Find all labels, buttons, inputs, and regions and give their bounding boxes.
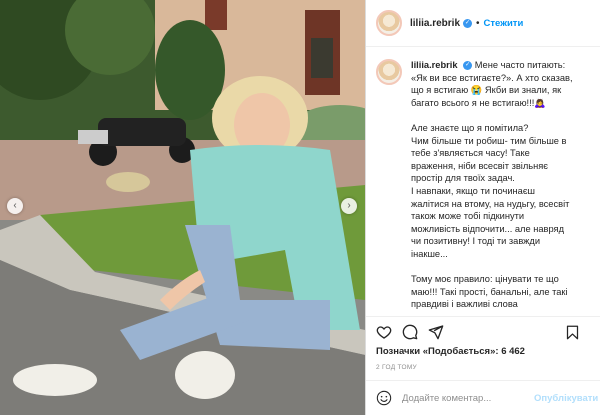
caption-line: маю!!! Такі прості, банальні, але такі [411, 286, 568, 297]
bookmark-icon[interactable] [565, 325, 580, 340]
post-photo[interactable]: ‹ › [0, 0, 365, 415]
publish-button[interactable]: Опублікувати [534, 393, 598, 404]
follow-button[interactable]: Стежити [484, 18, 524, 29]
caption-line: І навпаки, якщо ти починаєш [411, 185, 536, 196]
comments-section[interactable]: liliia.rebrik ✓ Мене часто питають: «Як … [366, 47, 600, 315]
photo-scene [0, 0, 365, 415]
caption-line: тебе з'являється часу! Таке [411, 148, 530, 159]
caption-line: жалітися на втому, на нудьгу, всесвіт [411, 198, 570, 209]
caption-line: чи позитивну! І тоді ти завжди [411, 236, 541, 247]
caption-line: що я встигаю 😭 Якби ви знали, як [411, 85, 562, 96]
previous-photo-button[interactable]: ‹ [7, 198, 23, 214]
caption: liliia.rebrik ✓ Мене часто питають: «Як … [411, 59, 587, 311]
chevron-left-icon: ‹ [13, 200, 17, 211]
caption-line: «Як ви все встигаєте?». А хто сказав, [411, 72, 573, 83]
add-comment-bar: Опублікувати [366, 380, 600, 415]
post-actions: Позначки «Подобається»: 6 462 2 ГОД ТОМУ [366, 316, 600, 371]
post-timestamp[interactable]: 2 ГОД ТОМУ [366, 364, 600, 371]
chevron-right-icon: › [347, 200, 351, 211]
likes-count[interactable]: Позначки «Подобається»: 6 462 [366, 346, 600, 357]
comment-icon[interactable] [402, 324, 418, 340]
caption-line: Мене часто питають: [474, 60, 566, 70]
next-photo-button[interactable]: › [341, 198, 357, 214]
verified-icon: ✓ [463, 61, 473, 71]
caption-line: можливість відпочити... але навряд [411, 223, 564, 234]
caption-line: інакше... [411, 248, 448, 259]
caption-line: правдиві і важливі слова [411, 299, 518, 310]
avatar[interactable] [376, 10, 402, 36]
post-header: liliia.rebrik ✓ • Стежити [366, 0, 600, 47]
caption-line: простір для твоїх задач. [411, 173, 515, 184]
emoji-icon[interactable] [376, 390, 392, 406]
caption-line: враження, ніби всесвіт звільняє [411, 160, 549, 171]
comment-input[interactable] [400, 391, 534, 405]
post-sidebar: liliia.rebrik ✓ • Стежити liliia.rebrik … [365, 0, 600, 415]
caption-line: багато всього я не встигаю!!!🙇‍♀️ [411, 97, 546, 108]
caption-username[interactable]: liliia.rebrik [411, 60, 458, 70]
caption-line: Тому моє правило: цінувати те що [411, 274, 559, 285]
caption-row: liliia.rebrik ✓ Мене часто питають: «Як … [366, 47, 600, 311]
share-icon[interactable] [428, 324, 444, 340]
heart-icon[interactable] [376, 324, 392, 340]
username-link[interactable]: liliia.rebrik [410, 18, 460, 29]
separator-dot: • [476, 17, 480, 29]
instagram-post: ‹ › liliia.rebrik ✓ • Стежити liliia.reb… [0, 0, 600, 415]
caption-avatar[interactable] [376, 59, 402, 85]
verified-icon: ✓ [463, 18, 473, 28]
action-icons [366, 317, 600, 347]
caption-line: також може тобі підкинути [411, 211, 525, 222]
caption-line: Але знаєте що я помітила? [411, 122, 529, 133]
caption-line: Чим більше ти робиш- тим більше в [411, 135, 567, 146]
